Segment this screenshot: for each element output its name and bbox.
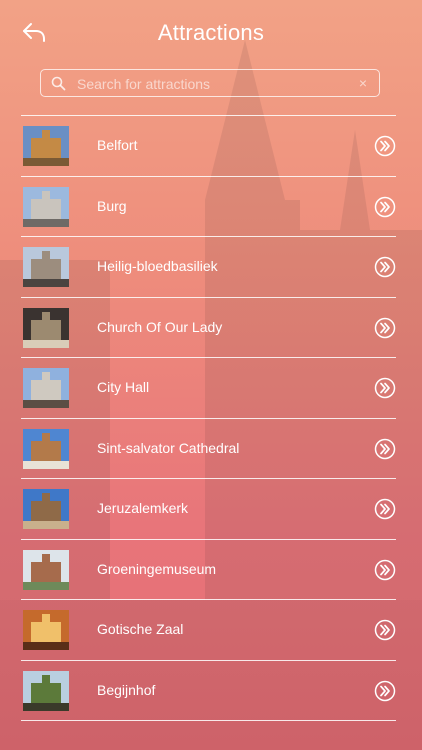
begijnhof-thumbnail bbox=[23, 670, 69, 711]
list-item-label: Jeruzalemkerk bbox=[97, 500, 189, 516]
list-item-label: Church Of Our Lady bbox=[97, 318, 223, 335]
list-item[interactable]: Jeruzalemkerk bbox=[21, 479, 396, 540]
chevron-right-icon[interactable] bbox=[374, 317, 396, 339]
search-bar: × bbox=[40, 69, 380, 97]
search-icon bbox=[51, 76, 66, 96]
list-item-label: Begijnhof bbox=[97, 681, 156, 698]
attractions-list: Belfort Burg Heilig-bloedbasiliek Church Of… bbox=[21, 115, 396, 721]
museum-thumbnail bbox=[23, 549, 69, 590]
church-thumbnail bbox=[23, 307, 69, 348]
list-item[interactable]: Burg bbox=[21, 177, 396, 237]
chevron-right-icon[interactable] bbox=[374, 559, 396, 581]
basilica-thumbnail bbox=[23, 247, 69, 287]
gothic-hall-thumbnail bbox=[23, 610, 69, 650]
burg-thumbnail bbox=[23, 186, 69, 227]
chevron-right-icon[interactable] bbox=[374, 256, 396, 278]
list-item-label: Burg bbox=[97, 197, 127, 214]
page-title: Attractions bbox=[157, 20, 265, 45]
list-item-label: Heilig-bloedbasiliek bbox=[97, 258, 218, 274]
list-item[interactable]: Gotische Zaal bbox=[21, 600, 396, 661]
search-input[interactable] bbox=[75, 70, 349, 97]
city-hall-thumbnail bbox=[23, 368, 69, 408]
chevron-right-icon[interactable] bbox=[374, 377, 396, 399]
belfort-thumbnail bbox=[23, 126, 69, 166]
list-item[interactable]: Groeningemuseum bbox=[21, 540, 396, 600]
list-item-label: Gotische Zaal bbox=[97, 621, 184, 637]
list-item-label: Groeningemuseum bbox=[97, 560, 217, 577]
chevron-right-icon[interactable] bbox=[374, 135, 396, 157]
list-item-label: Sint-salvator Cathedral bbox=[97, 439, 240, 456]
list-item[interactable]: Belfort bbox=[21, 116, 396, 177]
list-item[interactable]: Sint-salvator Cathedral bbox=[21, 419, 396, 479]
list-item[interactable]: City Hall bbox=[21, 358, 396, 419]
chevron-right-icon[interactable] bbox=[374, 619, 396, 641]
list-item[interactable]: Heilig-bloedbasiliek bbox=[21, 237, 396, 298]
list-item[interactable]: Church Of Our Lady bbox=[21, 298, 396, 358]
chevron-right-icon[interactable] bbox=[374, 438, 396, 460]
chevron-right-icon[interactable] bbox=[374, 196, 396, 218]
chevron-right-icon[interactable] bbox=[374, 498, 396, 520]
chevron-right-icon[interactable] bbox=[374, 680, 396, 702]
jeruzalemkerk-thumbnail bbox=[23, 489, 69, 529]
clear-search-icon[interactable]: × bbox=[359, 75, 367, 91]
list-item[interactable]: Begijnhof bbox=[21, 661, 396, 721]
header-bar: Attractions bbox=[0, 0, 422, 70]
list-item-label: Belfort bbox=[97, 137, 138, 153]
list-item-label: City Hall bbox=[97, 379, 150, 395]
cathedral-thumbnail bbox=[23, 428, 69, 469]
